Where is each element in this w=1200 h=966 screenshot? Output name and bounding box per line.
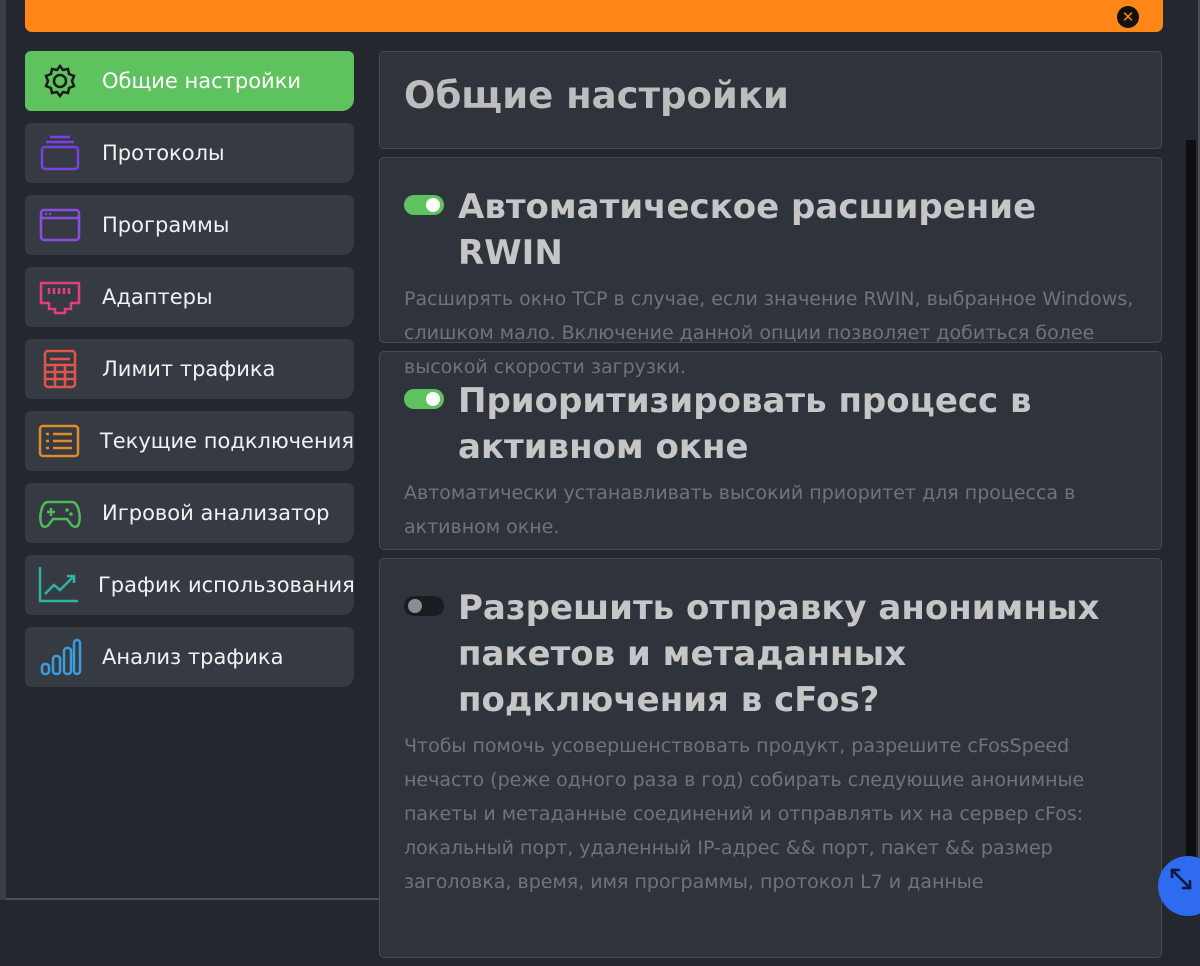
sidebar-item-traffic-limit[interactable]: Лимит трафика (25, 339, 354, 399)
stack-icon (36, 133, 84, 173)
sidebar-item-label: Игровой анализатор (102, 501, 330, 525)
resize-arrows-icon (1170, 868, 1192, 890)
option-description: Автоматически устанавливать высокий прио… (404, 482, 1076, 538)
bar-chart-icon (36, 637, 84, 677)
toggle-knob (426, 392, 440, 406)
toggle-knob (426, 198, 440, 212)
app-window: ✕ Общие настройки Протоколы Программы Ад… (0, 0, 1200, 958)
option-card-anonymous-data: Разрешить отправку анонимных пакетов и м… (379, 558, 1162, 958)
rwin-toggle[interactable] (404, 195, 444, 215)
sidebar-item-label: Программы (102, 213, 230, 237)
sidebar-item-label: Протоколы (102, 141, 225, 165)
toggle-knob (408, 599, 422, 613)
sidebar-item-current-connections[interactable]: Текущие подключения (25, 411, 354, 471)
top-bar: ✕ (25, 0, 1163, 32)
line-chart-icon (36, 565, 80, 605)
window-left-edge (0, 0, 6, 900)
sidebar-item-usage-graph[interactable]: График использования (25, 555, 355, 615)
window-icon (36, 205, 84, 245)
sidebar-item-traffic-analysis[interactable]: Анализ трафика (25, 627, 354, 687)
option-title: Автоматическое расширение RWIN (458, 187, 1037, 273)
option-card-prioritize: Приоритизировать процесс в активном окне… (379, 351, 1162, 550)
option-title: Приоритизировать процесс в активном окне (458, 381, 1032, 467)
close-circle-icon[interactable]: ✕ (1117, 6, 1139, 28)
option-title: Разрешить отправку анонимных пакетов и м… (458, 588, 1100, 720)
sidebar-item-general-settings[interactable]: Общие настройки (25, 51, 354, 111)
prioritize-toggle[interactable] (404, 389, 444, 409)
sidebar-item-label: Адаптеры (102, 285, 213, 309)
page-title-card: Общие настройки (379, 51, 1162, 149)
sidebar-item-adapters[interactable]: Адаптеры (25, 267, 354, 327)
gear-icon (36, 61, 84, 101)
scrollbar[interactable] (1186, 140, 1196, 900)
anonymous-data-toggle[interactable] (404, 596, 444, 616)
sidebar-item-label: Лимит трафика (102, 357, 276, 381)
list-icon (36, 421, 82, 461)
ethernet-port-icon (36, 277, 84, 317)
calculator-icon (36, 349, 84, 389)
sidebar-nav: Общие настройки Протоколы Программы Адап… (25, 51, 355, 699)
gamepad-icon (36, 493, 84, 533)
option-card-rwin: Автоматическое расширение RWIN Расширять… (379, 157, 1162, 378)
sidebar-item-game-analyzer[interactable]: Игровой анализатор (25, 483, 354, 543)
resize-button[interactable] (1158, 856, 1200, 916)
sidebar-item-label: Общие настройки (102, 69, 302, 93)
sidebar-item-protocols[interactable]: Протоколы (25, 123, 354, 183)
sidebar-item-label: Текущие подключения (99, 429, 354, 453)
sidebar-item-programs[interactable]: Программы (25, 195, 354, 255)
sidebar-item-label: График использования (98, 573, 355, 597)
page-title: Общие настройки (404, 74, 789, 117)
settings-panel: Общие настройки Автоматическое расширени… (379, 51, 1162, 966)
option-description: Чтобы помочь усовершенствовать продукт, … (404, 735, 1085, 893)
sidebar-item-label: Анализ трафика (102, 645, 284, 669)
